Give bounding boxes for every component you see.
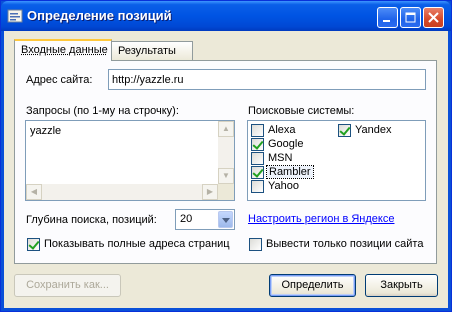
scroll-up-icon[interactable]: ▲ <box>218 121 234 137</box>
site-label: Адрес сайта: <box>26 74 93 86</box>
determine-button[interactable]: Определить <box>269 274 356 297</box>
window-title: Определение позиций <box>27 8 172 23</box>
scroll-right-icon[interactable]: ▶ <box>202 184 218 200</box>
search-engines-label: Поисковые системы: <box>248 105 355 117</box>
site-url-input[interactable] <box>108 69 426 90</box>
engine-google-label: Google <box>268 138 304 150</box>
full-urls-checkbox[interactable] <box>27 238 40 251</box>
queries-label: Запросы (по 1-му на строчку): <box>26 105 179 117</box>
tab-panel: Адрес сайта: Запросы (по 1-му на строчку… <box>14 60 437 264</box>
depth-select[interactable]: 20 <box>175 209 235 230</box>
search-engines-list[interactable]: Alexa Yandex Google MSN Rambler Yahoo <box>247 120 426 201</box>
engine-alexa-checkbox[interactable] <box>251 124 264 137</box>
horizontal-scrollbar[interactable]: ◀ ▶ <box>26 184 218 200</box>
scroll-left-icon[interactable]: ◀ <box>26 184 42 200</box>
engine-rambler-checkbox[interactable] <box>251 166 264 179</box>
site-only-label: Вывести только позиции сайта <box>266 238 424 250</box>
full-urls-label: Показывать полные адреса страниц <box>44 238 230 250</box>
queries-textarea[interactable]: yazzle ▲ ▼ ◀ ▶ <box>25 120 235 201</box>
dialog-body: Входные данные Результаты Адрес сайта: З… <box>4 31 448 308</box>
scroll-corner <box>218 184 234 200</box>
engine-google-checkbox[interactable] <box>251 138 264 151</box>
depth-value: 20 <box>180 213 193 225</box>
tab-input-data-label: Входные данные <box>21 44 108 56</box>
engine-rambler-label: Rambler <box>266 165 314 179</box>
tab-results-label: Результаты <box>118 45 176 57</box>
depth-label: Глубина поиска, позиций: <box>26 214 157 226</box>
queries-text: yazzle <box>30 125 62 137</box>
engine-yahoo-checkbox[interactable] <box>251 180 264 193</box>
tab-results[interactable]: Результаты <box>111 41 193 60</box>
app-icon <box>7 9 23 23</box>
maximize-button[interactable] <box>400 7 421 28</box>
chevron-down-icon[interactable] <box>218 211 233 228</box>
maximize-icon <box>405 12 416 23</box>
close-button[interactable]: Закрыть <box>365 274 438 297</box>
close-window-button[interactable] <box>423 7 444 28</box>
engine-yandex-label: Yandex <box>355 124 392 136</box>
title-bar[interactable]: Определение позиций <box>1 1 451 31</box>
tab-input-data[interactable]: Входные данные <box>14 39 112 61</box>
save-as-button[interactable]: Сохранить как... <box>14 274 121 297</box>
vertical-scrollbar[interactable]: ▲ ▼ <box>218 121 234 184</box>
minimize-button[interactable] <box>377 7 398 28</box>
scroll-down-icon[interactable]: ▼ <box>218 168 234 184</box>
engine-yandex-checkbox[interactable] <box>338 124 351 137</box>
minimize-icon <box>383 20 390 22</box>
dialog-window: Определение позиций Входные данные Резул… <box>0 0 452 312</box>
engine-msn-checkbox[interactable] <box>251 152 264 165</box>
engine-alexa-label: Alexa <box>268 124 296 136</box>
site-only-checkbox[interactable] <box>249 238 262 251</box>
region-link[interactable]: Настроить регион в Яндексе <box>248 213 394 225</box>
engine-yahoo-label: Yahoo <box>268 180 299 192</box>
engine-msn-label: MSN <box>268 152 293 164</box>
close-icon <box>428 12 439 23</box>
